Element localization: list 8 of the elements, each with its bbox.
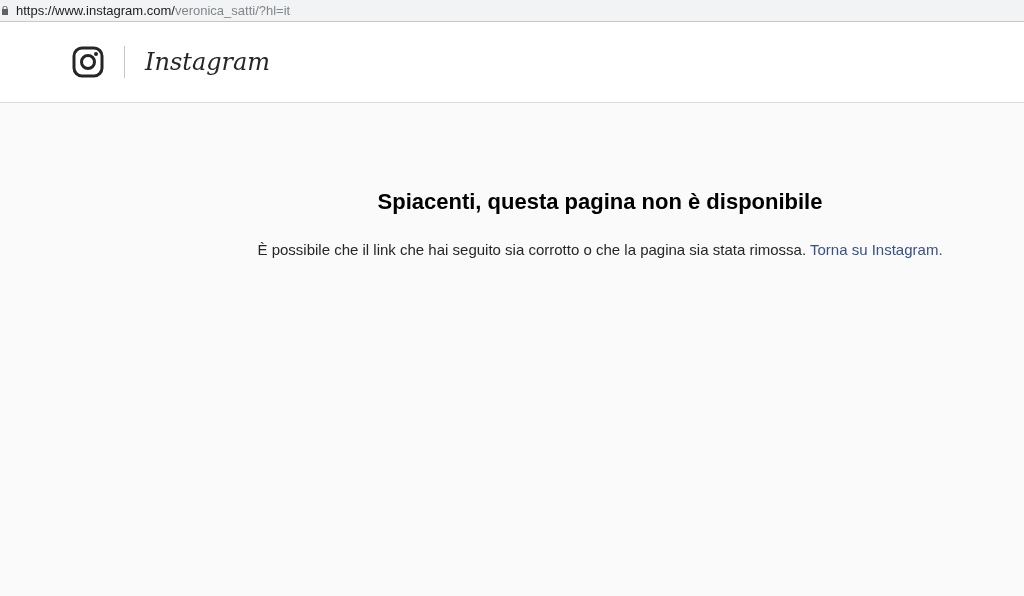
- camera-icon[interactable]: [72, 46, 104, 78]
- address-bar[interactable]: https://www.instagram.com/veronica_satti/?hl=it: [0, 0, 1024, 22]
- lock-icon: [2, 6, 8, 15]
- logo-wordmark[interactable]: Instagram: [145, 50, 271, 74]
- back-link[interactable]: Torna su Instagram.: [810, 241, 943, 258]
- page-title: Spiacenti, questa pagina non è disponibile: [377, 188, 823, 216]
- url-text: https://www.instagram.com/veronica_satti/?hl=it: [16, 1, 291, 20]
- error-message: È possibile che il link che hai seguito sia corrotto o che la pagina sia stata rimossa. Torna su Instagram.: [257, 240, 943, 260]
